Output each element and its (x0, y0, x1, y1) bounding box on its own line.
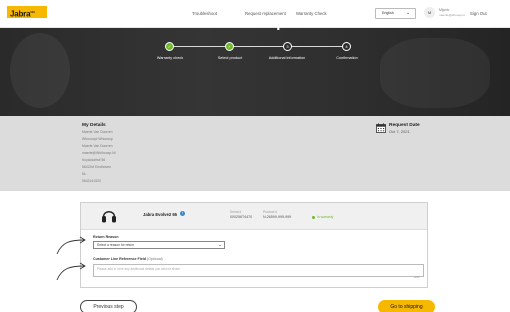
details-section (0, 116, 510, 191)
step-1-check-icon: ✓ (165, 42, 174, 51)
serial-label: Serial # (230, 210, 242, 214)
detail-line: NL (82, 172, 87, 176)
my-details-heading: My Details (82, 123, 106, 128)
page-title: Return Report (204, 14, 306, 31)
annotation-arrow-icon (56, 236, 86, 255)
reference-field-label-text: Customer Line Reference Field (93, 257, 146, 261)
reference-field-label: Customer Line Reference Field (Optional) (93, 257, 163, 261)
warranty-status-dot (312, 216, 315, 219)
step-4-marker: 4 (342, 42, 351, 51)
calendar-icon (376, 123, 386, 133)
product-summary-row (81, 203, 427, 230)
hero-banner (0, 28, 510, 116)
detail-line: maerte@WhIhoosp.NI (82, 151, 116, 155)
detail-line: Maerte Van Doorren (82, 144, 113, 148)
character-counter: 0/80 (414, 275, 420, 279)
reference-textarea[interactable]: Please add in here any additional detail… (93, 264, 424, 277)
detail-line: Maerte Van Doorren (82, 130, 113, 134)
step-2-check-icon: ✓ (225, 42, 234, 51)
serial-value: 000256T4470 (230, 215, 253, 219)
step-connector (173, 46, 233, 47)
request-date-heading: Request Date (389, 123, 420, 128)
detail-line: 5642JM Eindhoven (82, 165, 112, 169)
optional-tag: (Optional) (146, 257, 163, 261)
step-label-additional-information: Additional information (268, 56, 306, 60)
previous-step-button[interactable]: Previous step (80, 300, 137, 312)
step-3-marker: 3 (283, 42, 292, 51)
product-number-label: Product # (263, 210, 278, 214)
hero-background-figure (10, 33, 70, 108)
request-date-value: Oct 7, 2021 (389, 129, 410, 134)
warranty-status: In warranty (317, 215, 334, 219)
go-to-shipping-button[interactable]: Go to shipping (378, 300, 435, 312)
return-reason-label: Return Reason (93, 235, 119, 239)
step-label-select-product: Select product (217, 56, 243, 60)
annotation-arrow-icon (56, 262, 86, 281)
info-icon[interactable]: i (180, 211, 185, 216)
detail-line: WhoooopI Whoooop (82, 137, 113, 141)
product-number-value: N-26599-999-999 (263, 215, 292, 219)
detail-line: Kuyckdalhof 56 (82, 158, 106, 162)
step-label-confirmation: Confirmation (336, 56, 358, 60)
user-name: Mijovic (439, 8, 450, 12)
hero-background-figure (380, 38, 490, 108)
headset-icon (102, 211, 116, 223)
step-connector (291, 46, 347, 47)
return-reason-select[interactable]: Select a reason for return (93, 241, 225, 249)
product-name: Jabra Evolve2 65 (143, 212, 177, 217)
detail-line: 0642141520 (82, 179, 101, 183)
step-label-warranty-check: Warranty check (156, 56, 184, 60)
chevron-down-icon: ⌄ (218, 242, 222, 247)
